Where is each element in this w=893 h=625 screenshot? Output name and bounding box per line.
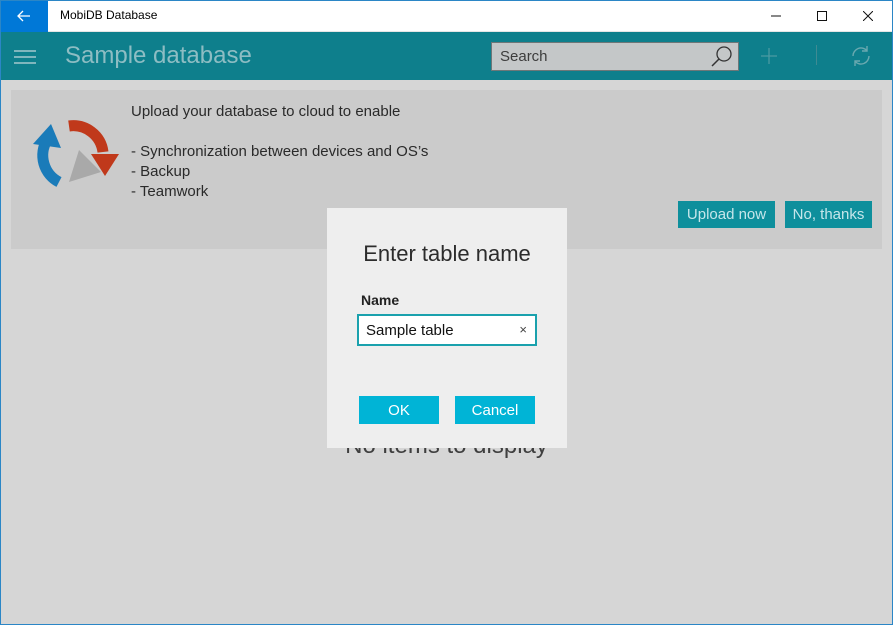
back-arrow-icon	[17, 10, 30, 22]
cancel-button[interactable]: Cancel	[455, 396, 535, 424]
title-bar: MobiDB Database	[0, 0, 893, 32]
enter-table-name-dialog: Enter table name Name × OK Cancel	[327, 208, 567, 448]
banner-feature-item: - Synchronization between devices and OS…	[131, 143, 429, 160]
sync-icon[interactable]	[849, 44, 873, 68]
appbar-divider	[816, 45, 817, 65]
maximize-icon	[817, 11, 827, 21]
clear-text-icon[interactable]: ×	[519, 322, 527, 337]
banner-feature-item: - Teamwork	[131, 183, 209, 200]
search-icon[interactable]	[710, 45, 734, 69]
back-button[interactable]	[0, 0, 48, 32]
upload-now-button[interactable]: Upload now	[678, 201, 775, 228]
table-name-field[interactable]: ×	[357, 314, 537, 346]
dialog-title: Enter table name	[363, 241, 531, 266]
name-label: Name	[361, 292, 400, 308]
search-input[interactable]	[492, 43, 718, 70]
banner-heading: Upload your database to cloud to enable	[131, 103, 401, 120]
banner-text: Upload your database to cloud to enable …	[131, 102, 428, 202]
cloud-sync-logo-icon	[33, 120, 119, 187]
window-title: MobiDB Database	[60, 8, 158, 22]
close-icon	[863, 11, 873, 21]
no-thanks-button[interactable]: No, thanks	[785, 201, 872, 228]
minimize-button[interactable]	[753, 0, 799, 32]
add-icon[interactable]	[757, 44, 781, 68]
minimize-icon	[771, 15, 781, 17]
ok-button[interactable]: OK	[359, 396, 439, 424]
hamburger-menu-icon[interactable]	[14, 46, 36, 66]
table-name-input[interactable]	[359, 316, 516, 344]
database-title: Sample database	[65, 42, 252, 69]
banner-feature-item: - Backup	[131, 163, 191, 180]
close-button[interactable]	[845, 0, 891, 32]
search-box[interactable]	[491, 42, 739, 71]
maximize-button[interactable]	[799, 0, 845, 32]
